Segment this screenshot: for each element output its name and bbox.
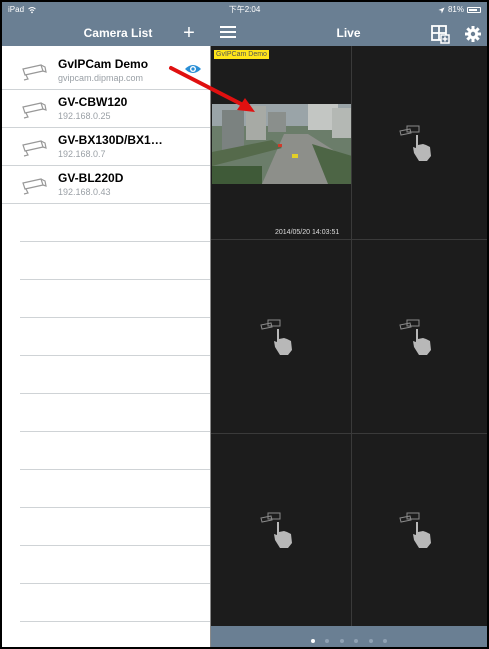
camera-list: GvIPCam Demo gvipcam.dipmap.com GV-CBW12… (2, 46, 210, 647)
eye-icon[interactable] (184, 62, 202, 76)
empty-row-separator (20, 355, 210, 356)
camera-address: 192.168.0.7 (58, 149, 106, 159)
location-icon (438, 7, 445, 13)
live-cell-2[interactable] (352, 46, 487, 239)
camera-icon (22, 178, 47, 195)
battery-icon (467, 7, 481, 13)
battery-percent: 81% (447, 5, 464, 14)
live-cell-4[interactable] (352, 240, 487, 433)
grid-layout-icon[interactable] (430, 24, 450, 44)
list-item-camera[interactable]: GV-BX130D/BX1… 192.168.0.7 (2, 128, 210, 166)
tap-to-add-icon (398, 512, 431, 548)
page-dots (211, 636, 487, 643)
camera-name: GvIPCam Demo (58, 57, 149, 71)
status-battery: 81% (438, 5, 481, 15)
camera-address: 192.168.0.43 (58, 187, 111, 197)
empty-row-separator (20, 279, 210, 280)
add-camera-button[interactable]: + (178, 22, 200, 44)
page-dot-6[interactable] (383, 639, 388, 643)
page-dot-5[interactable] (368, 639, 373, 643)
empty-row-separator (20, 431, 210, 432)
camera-icon (22, 102, 47, 119)
grid-divider (211, 239, 487, 240)
tap-to-add-icon (398, 125, 431, 161)
live-cell-5[interactable] (211, 434, 351, 626)
empty-row-separator (20, 393, 210, 394)
page-dot-3[interactable] (339, 639, 344, 643)
page-dot-4[interactable] (354, 639, 359, 643)
page-indicator-bar (211, 626, 487, 647)
empty-row-separator (20, 583, 210, 584)
navigation-bar: iPad 下午2:04 81% Camera List + Live (2, 2, 487, 46)
live-view-grid: GvIPCam Demo 2014/05/20 14:03:51 (211, 46, 487, 626)
grid-divider (351, 46, 352, 626)
camera-address: gvipcam.dipmap.com (58, 73, 144, 83)
empty-row-separator (20, 507, 210, 508)
video-timestamp: 2014/05/20 14:03:51 (275, 229, 340, 236)
tap-to-add-icon (260, 319, 292, 355)
live-cell-3[interactable] (211, 240, 351, 433)
camera-icon (22, 64, 47, 81)
camera-name: GV-BL220D (58, 171, 124, 185)
empty-row-separator (20, 545, 210, 546)
camera-label-badge: GvIPCam Demo (214, 50, 269, 59)
app-window: iPad 下午2:04 81% Camera List + Live GvIPC… (0, 0, 489, 649)
status-time: 下午2:04 (228, 5, 261, 14)
camera-name: GV-BX130D/BX1… (58, 133, 163, 147)
camera-address: 192.168.0.25 (58, 111, 111, 121)
tap-to-add-icon (260, 512, 292, 548)
gear-icon[interactable] (463, 24, 483, 44)
page-dot-2[interactable] (325, 639, 330, 643)
empty-row-separator (20, 241, 210, 242)
live-video-frame[interactable] (212, 104, 352, 184)
live-cell-6[interactable] (352, 434, 487, 626)
camera-name: GV-CBW120 (58, 95, 128, 109)
camera-icon (22, 140, 47, 157)
list-item-camera[interactable]: GV-CBW120 192.168.0.25 (2, 90, 210, 128)
empty-row-separator (20, 469, 210, 470)
list-item-camera[interactable]: GV-BL220D 192.168.0.43 (2, 166, 210, 204)
empty-row-separator (20, 317, 210, 318)
page-dot-1[interactable] (310, 639, 315, 643)
grid-divider (211, 433, 487, 434)
empty-row-separator (20, 621, 210, 622)
tap-to-add-icon (398, 319, 431, 355)
list-item-camera[interactable]: GvIPCam Demo gvipcam.dipmap.com (2, 52, 210, 90)
live-cell-1[interactable]: GvIPCam Demo 2014/05/20 14:03:51 (211, 46, 352, 239)
